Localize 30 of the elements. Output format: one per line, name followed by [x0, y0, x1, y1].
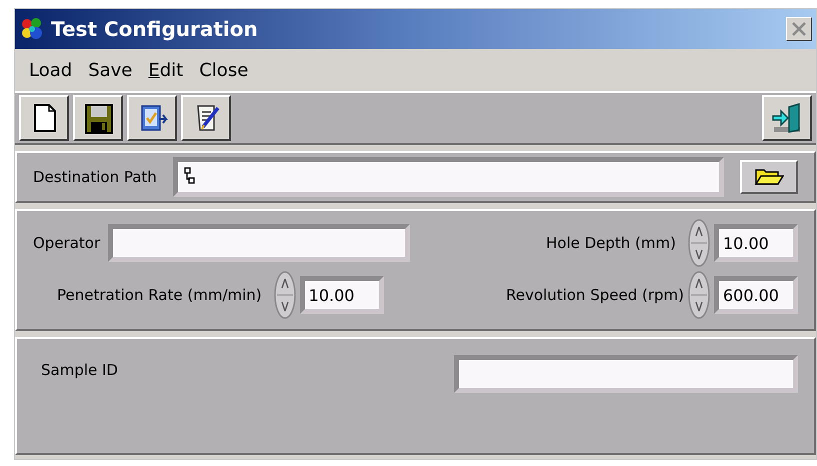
number-field[interactable]: 10.00 [300, 276, 384, 314]
spinner-control[interactable] [688, 271, 710, 319]
toolbar-button[interactable] [19, 95, 69, 141]
number-field[interactable]: 10.00 [714, 224, 798, 262]
field-label: Operator [33, 232, 100, 254]
menu-item[interactable]: Edit [140, 56, 192, 84]
field-label: Revolution Speed (rpm) [506, 284, 684, 306]
field-label: Hole Depth (mm) [546, 232, 676, 254]
menu-item[interactable]: Close [191, 56, 256, 84]
spinner-control[interactable] [274, 271, 296, 319]
folder-icon [754, 167, 784, 187]
browse-button[interactable] [740, 160, 798, 194]
menu-item[interactable]: Load [21, 56, 80, 84]
field-label: Destination Path [33, 166, 157, 188]
close-icon [791, 22, 807, 36]
window-title: Test Configuration [51, 16, 258, 43]
sample-id-field[interactable] [454, 355, 798, 393]
exit-button[interactable] [762, 95, 812, 141]
toolbar-button[interactable] [73, 95, 123, 141]
field-label: Sample ID [41, 360, 118, 381]
close-button[interactable] [786, 17, 812, 41]
path-field[interactable] [172, 157, 724, 197]
number-field[interactable]: 600.00 [714, 276, 798, 314]
toolbar-button[interactable] [127, 95, 177, 141]
spinner-control[interactable] [688, 219, 710, 267]
operator-field[interactable] [108, 224, 410, 262]
app-icon [19, 16, 45, 42]
menu-item[interactable]: Save [80, 56, 140, 84]
field-label: Penetration Rate (mm/min) [57, 284, 262, 306]
toolbar-button[interactable] [181, 95, 231, 141]
